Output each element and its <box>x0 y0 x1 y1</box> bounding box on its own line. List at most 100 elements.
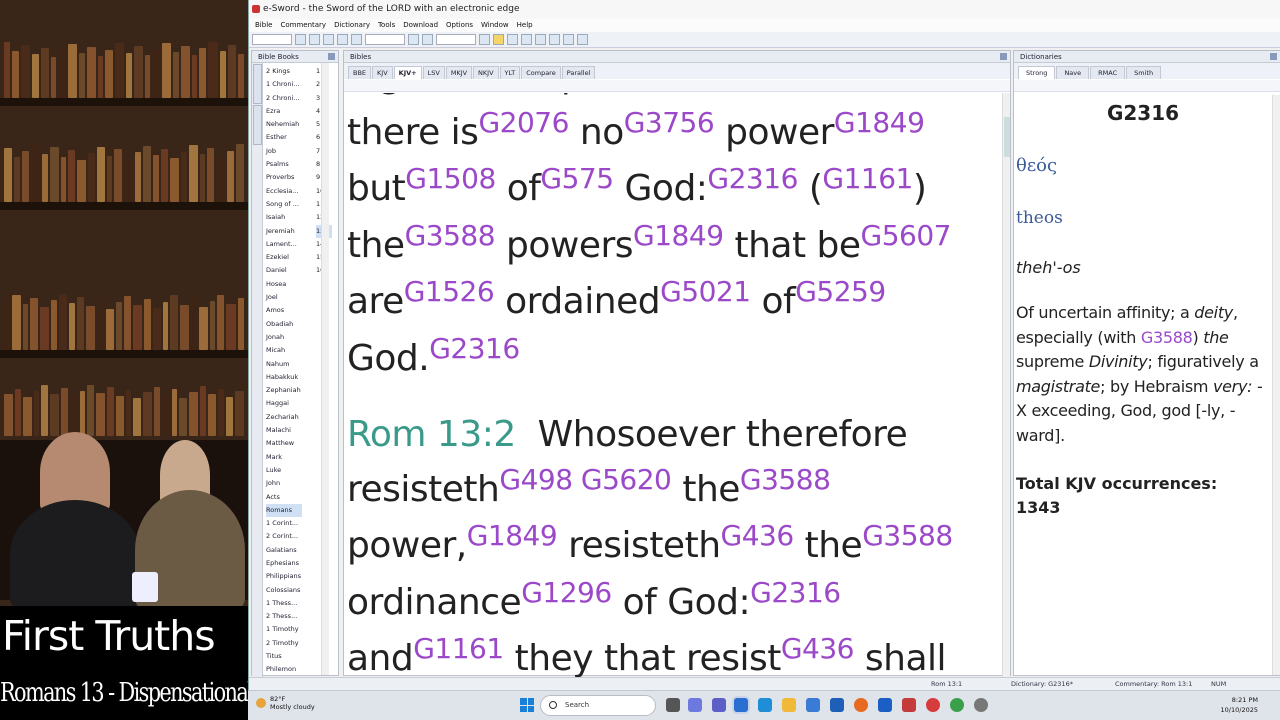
book-item[interactable]: 1 Timothy <box>266 623 306 636</box>
font-size-field[interactable] <box>436 34 476 45</box>
strongs-number[interactable]: G1849 <box>834 106 925 139</box>
book-item[interactable]: Proverbs <box>266 171 306 184</box>
task-view-icon[interactable] <box>666 698 680 712</box>
verse-reference[interactable]: Rom 13:2 <box>347 414 516 455</box>
toolbar-button[interactable] <box>351 34 362 45</box>
book-item[interactable]: 1 Corint... <box>266 517 306 530</box>
strongs-number[interactable]: G3756 <box>624 106 715 139</box>
book-item[interactable]: Nehemiah <box>266 118 306 131</box>
strongs-number[interactable]: G2316 <box>707 162 798 195</box>
mail-icon[interactable] <box>830 698 844 712</box>
windows-start-icon[interactable] <box>520 698 534 712</box>
strongs-number[interactable]: G436 <box>781 632 855 665</box>
file-explorer-icon[interactable] <box>782 698 796 712</box>
book-item[interactable]: Amos <box>266 304 306 317</box>
bible-tab[interactable]: LSV <box>422 66 445 79</box>
book-scrollbar[interactable] <box>321 63 329 675</box>
bible-tab[interactable]: KJV+ <box>393 66 422 79</box>
book-item[interactable]: Nahum <box>266 358 306 371</box>
book-item[interactable]: Zechariah <box>266 411 306 424</box>
pin-icon[interactable] <box>1000 53 1007 60</box>
book-item[interactable]: Philippians <box>266 570 306 583</box>
dictionary-tab[interactable]: Smith <box>1126 66 1162 79</box>
verse-scrollbar[interactable] <box>1002 93 1010 677</box>
toolbar-button[interactable] <box>577 34 588 45</box>
reference-field[interactable] <box>252 34 292 45</box>
book-item[interactable]: Job <box>266 145 306 158</box>
strongs-number[interactable]: G1508 <box>405 162 496 195</box>
book-item[interactable]: Haggai <box>266 397 306 410</box>
back-button[interactable] <box>309 34 320 45</box>
book-item[interactable]: Habakkuk <box>266 371 306 384</box>
menu-commentary[interactable]: Commentary <box>280 19 326 32</box>
dictionary-scrollbar[interactable] <box>1272 95 1280 675</box>
side-tab-editors[interactable] <box>253 64 262 104</box>
pin-icon[interactable] <box>1270 53 1277 60</box>
book-item[interactable]: 1 Chroni... <box>266 78 306 91</box>
book-item[interactable]: Jonah <box>266 331 306 344</box>
book-item[interactable]: Acts <box>266 491 306 504</box>
book-item[interactable]: Jeremiah <box>266 225 306 238</box>
menu-download[interactable]: Download <box>403 19 438 32</box>
strongs-number[interactable]: G1161 <box>413 632 504 665</box>
book-item[interactable]: Micah <box>266 344 306 357</box>
book-item[interactable]: Galatians <box>266 544 306 557</box>
bible-tab[interactable]: Compare <box>521 66 561 79</box>
strongs-number[interactable]: G5607 <box>861 219 952 252</box>
strongs-number[interactable]: G2316 <box>750 576 841 609</box>
book-item[interactable]: Psalms <box>266 158 306 171</box>
highlight-button[interactable] <box>493 34 504 45</box>
dictionary-tab[interactable]: Nave <box>1056 66 1090 79</box>
copilot-icon[interactable] <box>688 698 702 712</box>
book-item[interactable]: Obadiah <box>266 318 306 331</box>
pin-icon[interactable] <box>328 53 335 60</box>
scroll-thumb[interactable] <box>1004 117 1010 157</box>
strongs-number[interactable]: G2316 <box>429 332 520 365</box>
esword-task-icon[interactable] <box>734 698 748 712</box>
strongs-number[interactable]: G5021 <box>660 275 751 308</box>
book-item[interactable]: Malachi <box>266 424 306 437</box>
book-item[interactable]: 1 Thess... <box>266 597 306 610</box>
book-item[interactable]: Romans <box>266 503 302 518</box>
strongs-number[interactable]: G3588 <box>862 519 953 552</box>
book-item[interactable]: Matthew <box>266 437 306 450</box>
menu-bible[interactable]: Bible <box>255 19 272 32</box>
strongs-number[interactable]: G1296 <box>521 576 612 609</box>
book-item[interactable]: Luke <box>266 464 306 477</box>
book-item[interactable]: Philemon <box>266 663 306 676</box>
forward-button[interactable] <box>323 34 334 45</box>
book-item[interactable]: Mark <box>266 451 306 464</box>
strongs-number[interactable]: G1849 <box>467 519 558 552</box>
app-icon[interactable] <box>902 698 916 712</box>
verse-view[interactable]: higherG5242 powers.G1849 ForG1063 there … <box>346 93 992 677</box>
toolbar-button[interactable] <box>521 34 532 45</box>
strongs-number[interactable]: G575 <box>540 162 614 195</box>
book-item[interactable]: Song of ... <box>266 198 306 211</box>
book-item[interactable]: 2 Thess... <box>266 610 306 623</box>
bible-tab[interactable]: YLT <box>499 66 521 79</box>
taskbar-search[interactable]: Search <box>540 695 656 716</box>
book-item[interactable]: Esther <box>266 131 306 144</box>
book-item[interactable]: Joel <box>266 291 306 304</box>
menu-tools[interactable]: Tools <box>378 19 395 32</box>
strongs-number[interactable]: G1849 <box>633 219 724 252</box>
book-item[interactable]: 2 Kings <box>266 65 306 78</box>
toolbar-button[interactable] <box>507 34 518 45</box>
settings-icon[interactable] <box>974 698 988 712</box>
menu-window[interactable]: Window <box>481 19 509 32</box>
strongs-number[interactable]: G3588 <box>740 463 831 496</box>
book-item[interactable]: Ephesians <box>266 557 306 570</box>
toolbar-button[interactable] <box>408 34 419 45</box>
toolbar-button[interactable] <box>422 34 433 45</box>
app-icon[interactable] <box>926 698 940 712</box>
book-item[interactable]: Titus <box>266 650 306 663</box>
strongs-number[interactable]: G2076 <box>478 106 569 139</box>
chrome-icon[interactable] <box>950 698 964 712</box>
book-item[interactable]: 2 Corint... <box>266 530 306 543</box>
search-field[interactable] <box>365 34 405 45</box>
store-icon[interactable] <box>806 698 820 712</box>
book-item[interactable]: Lament... <box>266 238 306 251</box>
book-item[interactable]: Ecclesia... <box>266 185 306 198</box>
weather-widget[interactable]: 82°F Mostly cloudy <box>256 695 315 711</box>
toolbar-button[interactable] <box>535 34 546 45</box>
